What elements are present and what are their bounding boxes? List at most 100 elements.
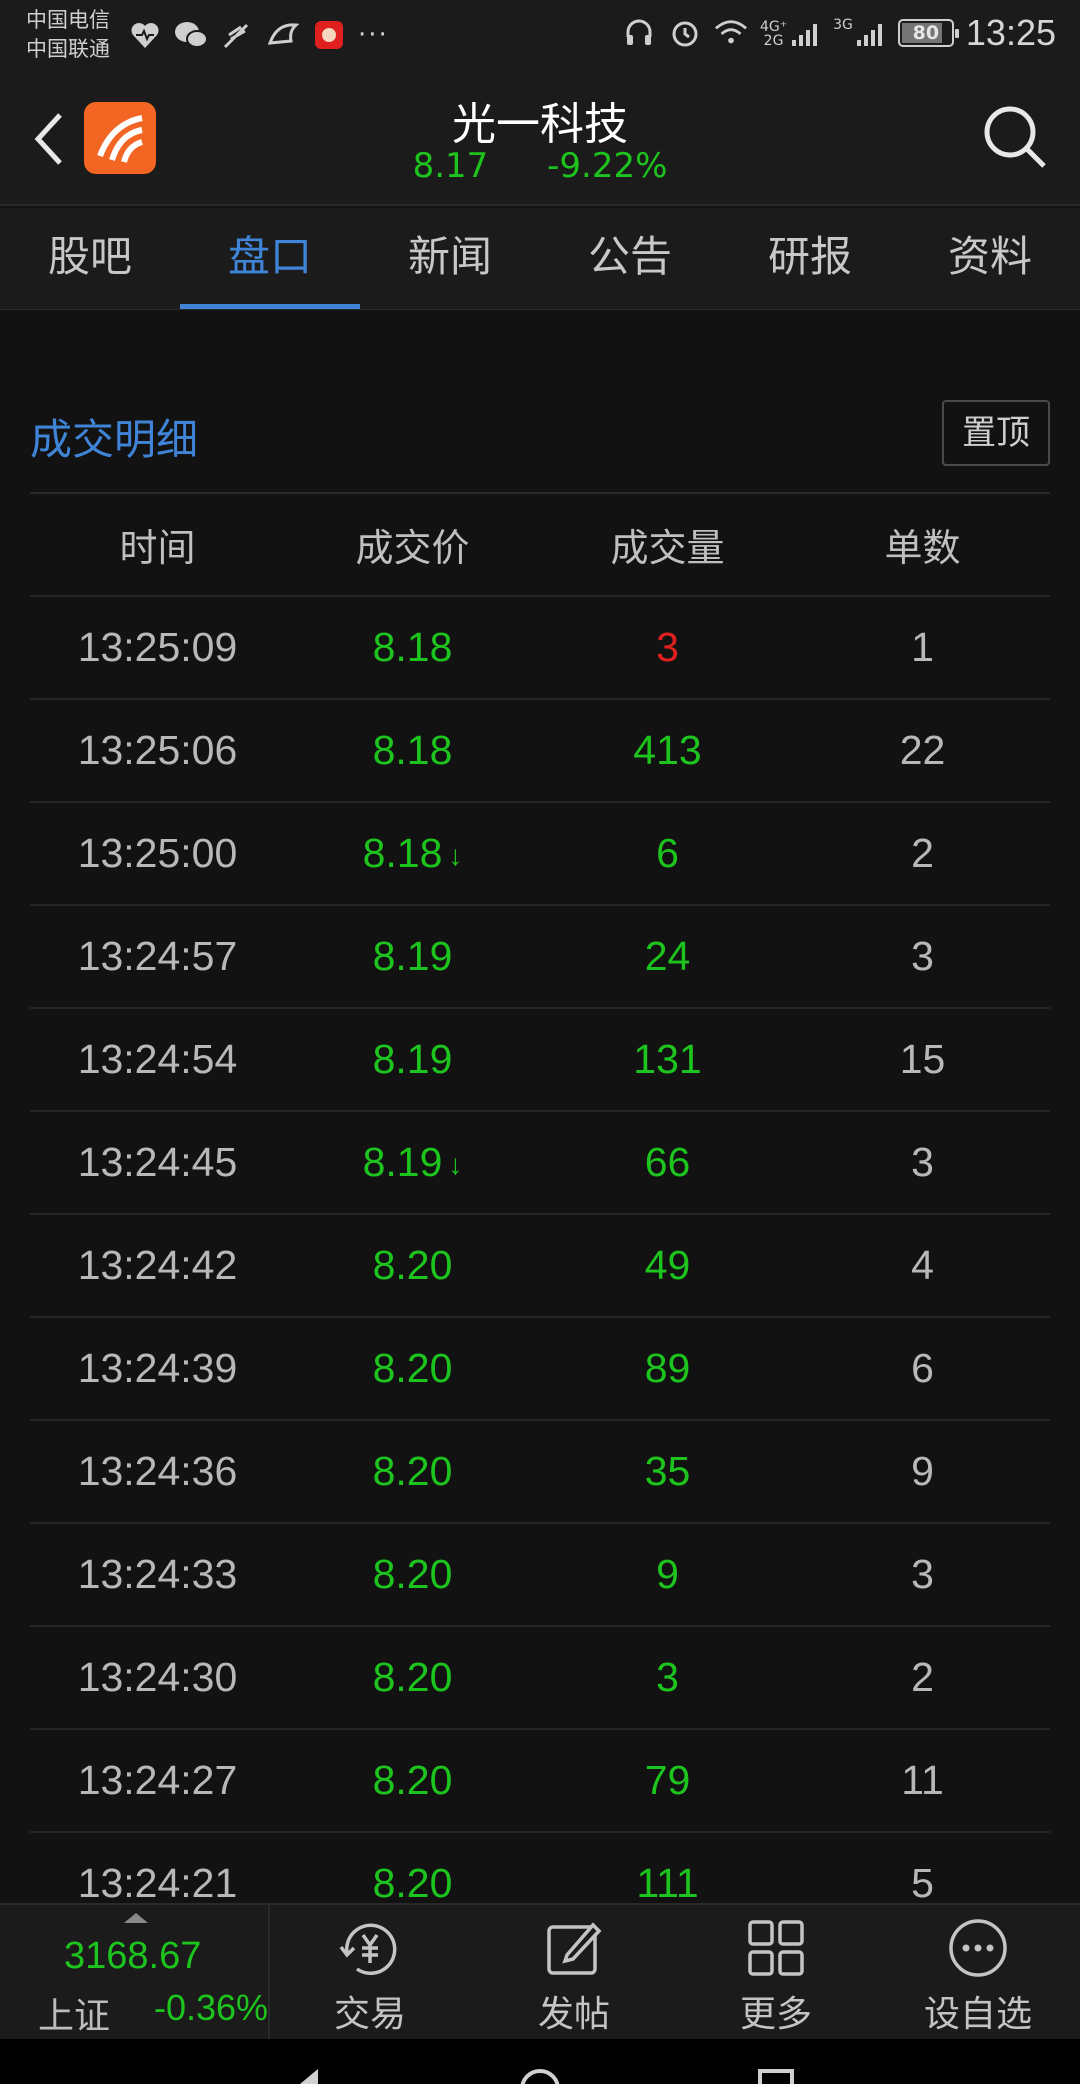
table-header: 时间 成交价 成交量 单数 [30,494,1050,597]
column-header-price: 成交价 [355,526,470,570]
health-icon [128,18,162,52]
table-row: 13:24:36 8.20 35 9 [30,1421,1050,1524]
trade-volume: 79 [540,1757,795,1804]
system-back-icon[interactable] [300,2069,318,2084]
trade-volume-value: 131 [633,1036,702,1082]
trade-volume: 49 [540,1242,795,1289]
system-home-icon[interactable] [520,2069,560,2084]
trade-price-value: 8.19 [372,933,453,979]
nav-more-label: 更多 [739,1994,812,2035]
trade-count: 3 [795,933,1050,980]
trade-count: 9 [795,1448,1050,1495]
trade-time: 13:24:45 [30,1139,285,1186]
headset-icon [622,16,656,50]
trade-count-value: 15 [899,1036,946,1082]
trade-volume: 3 [540,624,795,671]
index-change: -0.36% [154,1987,269,2028]
table-row: 13:24:27 8.20 79 11 [30,1730,1050,1833]
table-row: 13:24:54 8.19 131 15 [30,1009,1050,1112]
alarm-icon [668,16,702,50]
trade-volume-value: 35 [644,1448,691,1494]
index-ticker[interactable]: 3168.67 上证 -0.36% [0,1905,270,2039]
trade-price-value: 8.20 [372,1242,453,1288]
trade-count: 4 [795,1242,1050,1289]
nav-post[interactable]: 发帖 [484,1905,664,2039]
trade-count: 5 [795,1860,1050,1907]
trade-price-value: 8.20 [372,1448,453,1494]
table-row: 13:24:30 8.20 3 2 [30,1627,1050,1730]
trade-time-value: 13:24:30 [77,1654,238,1700]
trade-volume: 131 [540,1036,795,1083]
network-lower: 2G [763,33,784,49]
pin-top-button[interactable]: 置顶 [942,400,1050,466]
trade-time: 13:24:39 [30,1345,285,1392]
nav-trade-label: 交易 [333,1994,406,2035]
index-name: 上证 [38,1996,111,2037]
nav-add-watchlist[interactable]: 设自选 [888,1905,1068,2039]
trade-time-value: 13:25:06 [77,727,238,773]
trade-volume: 9 [540,1551,795,1598]
trade-count: 1 [795,624,1050,671]
app-red-icon [312,18,346,52]
trade-count: 22 [795,727,1050,774]
tab-research[interactable]: 研报 [720,208,900,309]
trade-time: 13:24:30 [30,1654,285,1701]
trade-volume: 24 [540,933,795,980]
trade-price-value: 8.19 [372,1036,453,1082]
trade-volume: 111 [540,1860,795,1907]
trade-volume-value: 9 [656,1551,679,1597]
app-bird-icon [266,18,300,52]
tab-announcements[interactable]: 公告 [540,208,720,309]
network-upper: 4G⁺ [759,19,788,35]
trade-volume: 413 [540,727,795,774]
trade-count: 2 [795,830,1050,877]
trade-count-value: 6 [911,1345,934,1391]
trade-volume-value: 66 [644,1139,691,1185]
trade-price: 8.20 [285,1654,540,1701]
tab-news[interactable]: 新闻 [360,208,540,309]
carrier-labels: 中国电信 中国联通 [26,6,110,64]
column-header-volume: 成交量 [610,526,725,570]
nav-add-watchlist-label: 设自选 [923,1994,1032,2035]
status-time: 13:25 [965,12,1056,53]
status-bar: 中国电信 中国联通 ··· 4G⁺ 2G 3G 80 13:25 [0,0,1080,72]
trade-time: 13:24:21 [30,1860,285,1907]
trade-time-value: 13:24:42 [77,1242,238,1288]
nav-more[interactable]: 更多 [686,1905,866,2039]
table-row: 13:25:06 8.18 413 22 [30,700,1050,803]
trade-time-value: 13:24:21 [77,1860,238,1906]
tab-guba[interactable]: 股吧 [0,208,180,309]
trade-time: 13:24:57 [30,933,285,980]
trade-count-value: 2 [911,1654,934,1700]
nav-trade[interactable]: 交易 [280,1905,460,2039]
edit-icon [539,1915,609,1981]
stock-name: 光一科技 [452,99,628,150]
caret-up-icon[interactable] [124,1913,148,1923]
trade-volume: 35 [540,1448,795,1495]
stock-change: -9.22% [547,146,668,186]
trade-price-value: 8.20 [372,1345,453,1391]
trade-price: 8.19 [285,1036,540,1083]
trade-count-value: 2 [911,830,934,876]
trade-time-value: 13:24:45 [77,1139,238,1185]
trade-price: 8.20 [285,1448,540,1495]
trade-time: 13:24:54 [30,1036,285,1083]
tab-pankou[interactable]: 盘口 [180,208,360,309]
tab-profile[interactable]: 资料 [900,208,1080,309]
trade-volume-value: 24 [644,933,691,979]
section-title: 成交明细 [30,415,199,464]
battery-value: 80 [912,22,940,44]
trade-count-value: 5 [911,1860,934,1906]
search-icon [984,106,1046,168]
trade-count-value: 11 [901,1757,944,1803]
system-recents-icon[interactable] [758,2069,794,2084]
trade-price: 8.18 [285,624,540,671]
trade-volume: 6 [540,830,795,877]
yuan-cycle-icon [335,1915,405,1981]
search-button[interactable] [980,102,1050,172]
grid-icon [741,1915,811,1981]
tab-bar: 股吧 盘口 新闻 公告 研报 资料 [0,208,1080,310]
trade-volume: 89 [540,1345,795,1392]
table-row: 13:24:45 8.19 ↓ 66 3 [30,1112,1050,1215]
network-3g: 3G [833,17,853,33]
